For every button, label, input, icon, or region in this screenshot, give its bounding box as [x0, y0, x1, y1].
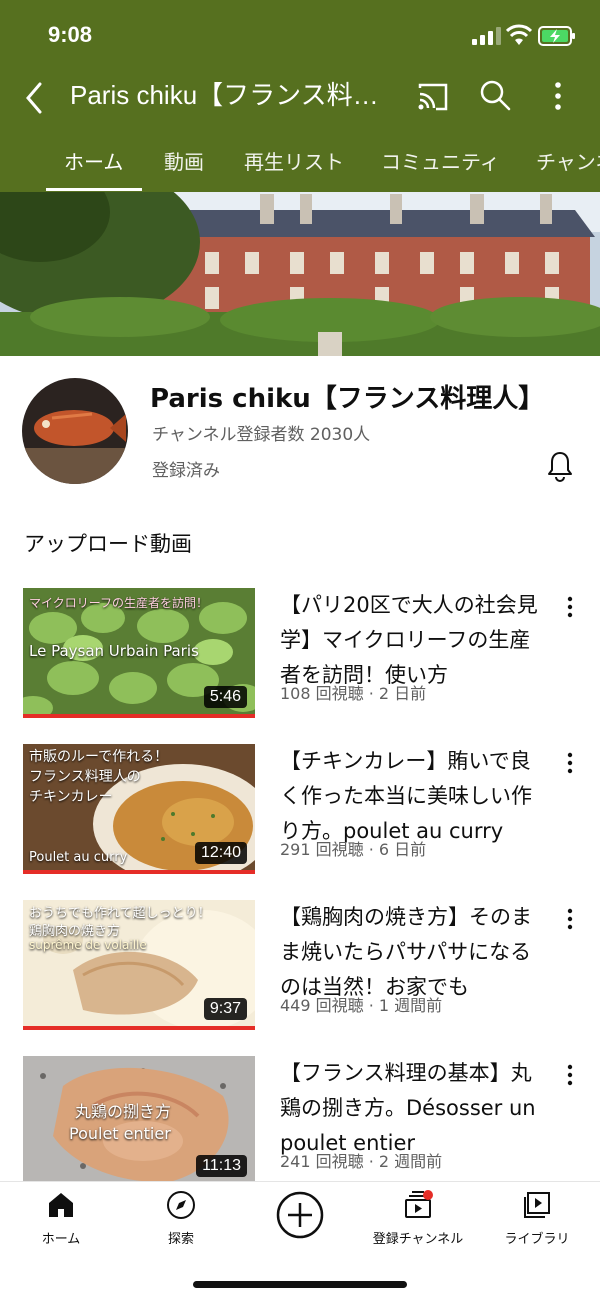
tab-community[interactable]: コミュニティ [381, 146, 500, 175]
video-title[interactable]: 【フランス料理の基本】丸鶏の捌き方。Désosser un poulet ent… [280, 1056, 542, 1161]
video-duration: 12:40 [194, 842, 247, 864]
tab-videos[interactable]: 動画 [164, 146, 204, 175]
video-more-icon[interactable] [562, 594, 578, 620]
tab-channels[interactable]: チャンネル [536, 146, 600, 175]
thumbnail-caption: おうちでも作れて超しっとり！ [29, 906, 211, 921]
video-item[interactable]: おうちでも作れて超しっとり！ 鶏胸肉の焼き方 suprême de volail… [0, 900, 600, 1040]
channel-header: 9:08 Paris chiku【フランス料理人】 ホーム 動画 再生リスト コ… [0, 0, 600, 192]
thumbnail-caption: suprême de volaille [29, 938, 147, 952]
nav-label: 探索 [167, 1232, 194, 1247]
more-options-icon[interactable] [544, 78, 572, 114]
thumbnail-caption: Le Paysan Urbain Paris [29, 642, 199, 660]
video-item[interactable]: 丸鶏の捌き方 Poulet entier 11:13 【フランス料理の基本】丸鶏… [0, 1056, 600, 1196]
thumbnail-caption: 市販のルーで作れる！ [29, 749, 169, 765]
thumbnail-caption: 鶏胸肉の焼き方 [29, 924, 121, 939]
video-duration: 9:37 [203, 998, 247, 1020]
banner-image [0, 192, 600, 356]
wifi-icon [506, 24, 532, 45]
thumbnail-caption: チキンカレー [29, 789, 113, 805]
library-icon [524, 1192, 550, 1218]
home-icon [49, 1193, 73, 1217]
create-icon [276, 1191, 324, 1239]
thumbnail-caption: Poulet au curry [29, 850, 128, 865]
watch-progress-bar [23, 1026, 255, 1030]
video-title[interactable]: 【パリ20区で大人の社会見学】マイクロリーフの生産者を訪問！使い方 [280, 588, 542, 693]
thumbnail-caption: マイクロリーフの生産者を訪問！ [29, 596, 209, 610]
bottom-navigation: ホーム 探索 登録チャンネル ライブラリ [0, 1181, 600, 1299]
home-indicator[interactable] [193, 1281, 407, 1288]
video-duration: 11:13 [196, 1155, 247, 1177]
app-bar: Paris chiku【フランス料理人】 [0, 70, 600, 126]
nav-label: ライブラリ [504, 1232, 570, 1247]
video-title[interactable]: 【鶏胸肉の焼き方】そのまま焼いたらパサパサになるのは当然！お家でも [280, 900, 542, 1005]
video-item[interactable]: 市販のルーで作れる！ フランス料理人の チキンカレー Poulet au cur… [0, 744, 600, 884]
status-time: 9:08 [48, 22, 93, 47]
tab-home[interactable]: ホーム [64, 146, 123, 175]
subscribed-button[interactable]: 登録済み [152, 456, 220, 481]
cellular-signal-icon [472, 27, 501, 45]
video-meta: 449 回視聴 · 1 週間前 [280, 996, 443, 1015]
thumbnail-caption: Poulet entier [69, 1124, 171, 1143]
video-thumbnail[interactable]: おうちでも作れて超しっとり！ 鶏胸肉の焼き方 suprême de volail… [23, 900, 255, 1030]
channel-name: Paris chiku【フランス料理人】 [150, 384, 545, 414]
watch-progress-bar [23, 714, 255, 718]
subscriptions-icon [405, 1190, 433, 1218]
nav-explore[interactable]: 探索 [126, 1190, 236, 1247]
nav-library[interactable]: ライブラリ [482, 1190, 592, 1247]
status-bar: 9:08 [0, 0, 600, 70]
video-more-icon[interactable] [562, 1062, 578, 1088]
tab-playlists[interactable]: 再生リスト [244, 146, 344, 175]
thumbnail-caption: フランス料理人の [29, 769, 141, 785]
channel-banner [0, 192, 600, 356]
nav-home[interactable]: ホーム [6, 1190, 116, 1247]
nav-subscriptions[interactable]: 登録チャンネル [363, 1190, 473, 1247]
video-thumbnail[interactable]: 市販のルーで作れる！ フランス料理人の チキンカレー Poulet au cur… [23, 744, 255, 874]
video-title[interactable]: 【チキンカレー】賄いで良く作った本当に美味しい作り方。poulet au cur… [280, 744, 542, 849]
subscriber-count: チャンネル登録者数 2030人 [152, 425, 371, 445]
compass-icon [167, 1191, 195, 1219]
nav-label: 登録チャンネル [372, 1232, 464, 1247]
video-more-icon[interactable] [562, 906, 578, 932]
video-meta: 108 回視聴 · 2 日前 [280, 684, 427, 703]
nav-label: ホーム [41, 1232, 81, 1247]
video-meta: 291 回視聴 · 6 日前 [280, 840, 427, 859]
video-thumbnail[interactable]: 丸鶏の捌き方 Poulet entier 11:13 [23, 1056, 255, 1181]
app-bar-title: Paris chiku【フランス料理人】 [70, 80, 395, 110]
active-tab-indicator [46, 188, 142, 191]
cast-icon[interactable] [416, 80, 450, 114]
video-thumbnail[interactable]: マイクロリーフの生産者を訪問！ Le Paysan Urbain Paris 5… [23, 588, 255, 718]
channel-tabs: ホーム 動画 再生リスト コミュニティ チャンネル [0, 130, 600, 192]
video-item[interactable]: マイクロリーフの生産者を訪問！ Le Paysan Urbain Paris 5… [0, 588, 600, 728]
uploads-section-title: アップロード動画 [24, 532, 192, 556]
channel-avatar[interactable] [22, 378, 128, 484]
video-duration: 5:46 [203, 686, 247, 708]
notification-bell-icon[interactable] [546, 450, 574, 482]
video-meta: 241 回視聴 · 2 週間前 [280, 1152, 443, 1171]
thumbnail-caption: 丸鶏の捌き方 [75, 1102, 172, 1121]
watch-progress-bar [23, 870, 255, 874]
back-arrow-icon[interactable] [20, 78, 48, 118]
battery-charging-icon [538, 26, 575, 46]
video-more-icon[interactable] [562, 750, 578, 776]
nav-create[interactable] [245, 1190, 355, 1240]
search-icon[interactable] [478, 78, 512, 112]
